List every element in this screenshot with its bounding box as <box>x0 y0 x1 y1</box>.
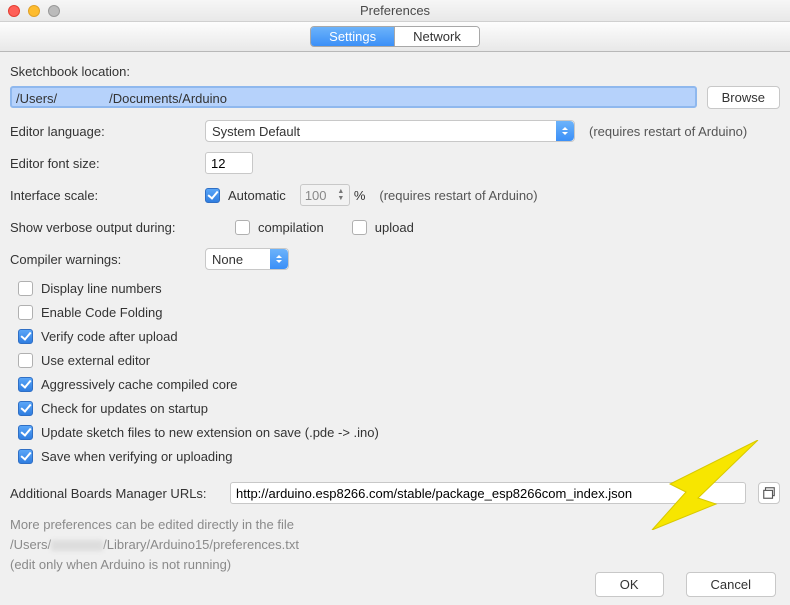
verbose-upload-label: upload <box>375 220 414 235</box>
interface-scale-hint: (requires restart of Arduino) <box>379 188 537 203</box>
interface-scale-label: Interface scale: <box>10 188 205 203</box>
boards-urls-label: Additional Boards Manager URLs: <box>10 486 230 501</box>
stepper-icon: ▲▼ <box>335 187 347 203</box>
interface-scale-auto-label: Automatic <box>228 188 286 203</box>
footnote: More preferences can be edited directly … <box>10 515 780 575</box>
verbose-compilation-checkbox[interactable] <box>235 220 250 235</box>
tab-settings[interactable]: Settings <box>311 27 394 46</box>
verbose-label: Show verbose output during: <box>10 220 235 235</box>
compiler-warnings-value: None <box>212 252 243 267</box>
font-size-input[interactable] <box>205 152 253 174</box>
titlebar: Preferences <box>0 0 790 22</box>
boards-urls-expand-button[interactable] <box>758 482 780 504</box>
editor-language-select[interactable]: System Default <box>205 120 575 142</box>
chevron-updown-icon <box>270 249 288 269</box>
tab-network[interactable]: Network <box>394 27 479 46</box>
interface-scale-input[interactable]: 100 ▲▼ <box>300 184 350 206</box>
aggr-cache-checkbox[interactable] <box>18 377 33 392</box>
verbose-upload-checkbox[interactable] <box>352 220 367 235</box>
editor-language-label: Editor language: <box>10 124 205 139</box>
tab-bar: Settings Network <box>0 22 790 52</box>
interface-scale-auto-checkbox[interactable] <box>205 188 220 203</box>
update-ext-checkbox[interactable] <box>18 425 33 440</box>
sketchbook-location-input[interactable] <box>10 86 697 108</box>
compiler-warnings-label: Compiler warnings: <box>10 252 205 267</box>
boards-urls-input[interactable] <box>230 482 746 504</box>
enable-code-folding-checkbox[interactable] <box>18 305 33 320</box>
editor-language-value: System Default <box>212 124 300 139</box>
sketchbook-label: Sketchbook location: <box>10 64 780 79</box>
ok-button[interactable]: OK <box>595 572 664 597</box>
browse-button[interactable]: Browse <box>707 86 780 109</box>
dialog-footer: OK Cancel <box>585 572 776 597</box>
content-pane: Sketchbook location: Browse Editor langu… <box>0 52 790 581</box>
editor-language-hint: (requires restart of Arduino) <box>589 124 747 139</box>
external-editor-checkbox[interactable] <box>18 353 33 368</box>
font-size-label: Editor font size: <box>10 156 205 171</box>
redacted-text <box>51 540 103 551</box>
chevron-updown-icon <box>556 121 574 141</box>
verify-after-upload-checkbox[interactable] <box>18 329 33 344</box>
compiler-warnings-select[interactable]: None <box>205 248 289 270</box>
window-title: Preferences <box>0 3 790 18</box>
display-line-numbers-checkbox[interactable] <box>18 281 33 296</box>
save-verify-checkbox[interactable] <box>18 449 33 464</box>
window-stack-icon <box>762 486 776 500</box>
check-updates-checkbox[interactable] <box>18 401 33 416</box>
verbose-compilation-label: compilation <box>258 220 324 235</box>
cancel-button[interactable]: Cancel <box>686 572 776 597</box>
